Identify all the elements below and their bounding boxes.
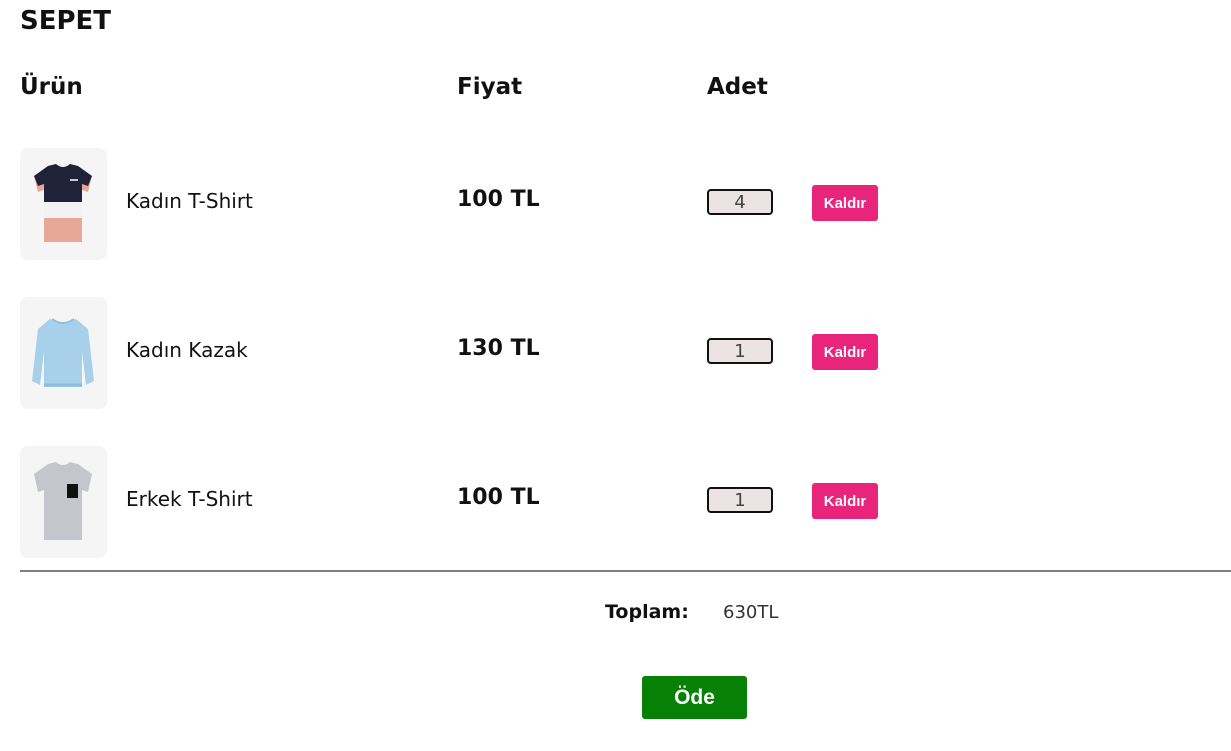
total-value: 630TL	[723, 602, 779, 623]
column-header-product: Ürün	[20, 74, 83, 100]
quantity-input[interactable]	[707, 487, 773, 513]
grey-pocket-tshirt-icon	[34, 462, 92, 540]
product-name: Kadın T-Shirt	[126, 189, 253, 213]
cart-row: Kadın T-Shirt 100 TL Kaldır	[20, 148, 1210, 260]
cart-title: SEPET	[20, 6, 112, 36]
blue-sweater-icon	[32, 318, 94, 387]
product-image	[20, 446, 107, 558]
total-label: Toplam:	[605, 601, 689, 623]
product-name: Kadın Kazak	[126, 338, 248, 362]
quantity-input[interactable]	[707, 338, 773, 364]
product-image	[20, 297, 107, 409]
colorblock-tshirt-icon	[34, 164, 92, 242]
remove-button[interactable]: Kaldır	[812, 185, 878, 221]
cart-row: Kadın Kazak 130 TL Kaldır	[20, 297, 1210, 409]
product-price: 130 TL	[457, 336, 540, 361]
quantity-input[interactable]	[707, 189, 773, 215]
divider	[20, 570, 1231, 572]
column-header-price: Fiyat	[457, 74, 523, 100]
remove-button[interactable]: Kaldır	[812, 334, 878, 370]
column-header-quantity: Adet	[707, 74, 768, 100]
cart-row: Erkek T-Shirt 100 TL Kaldır	[20, 446, 1210, 558]
product-name: Erkek T-Shirt	[126, 487, 253, 511]
product-price: 100 TL	[457, 187, 540, 212]
product-image	[20, 148, 107, 260]
product-price: 100 TL	[457, 485, 540, 510]
remove-button[interactable]: Kaldır	[812, 483, 878, 519]
pay-button[interactable]: Öde	[642, 676, 747, 719]
